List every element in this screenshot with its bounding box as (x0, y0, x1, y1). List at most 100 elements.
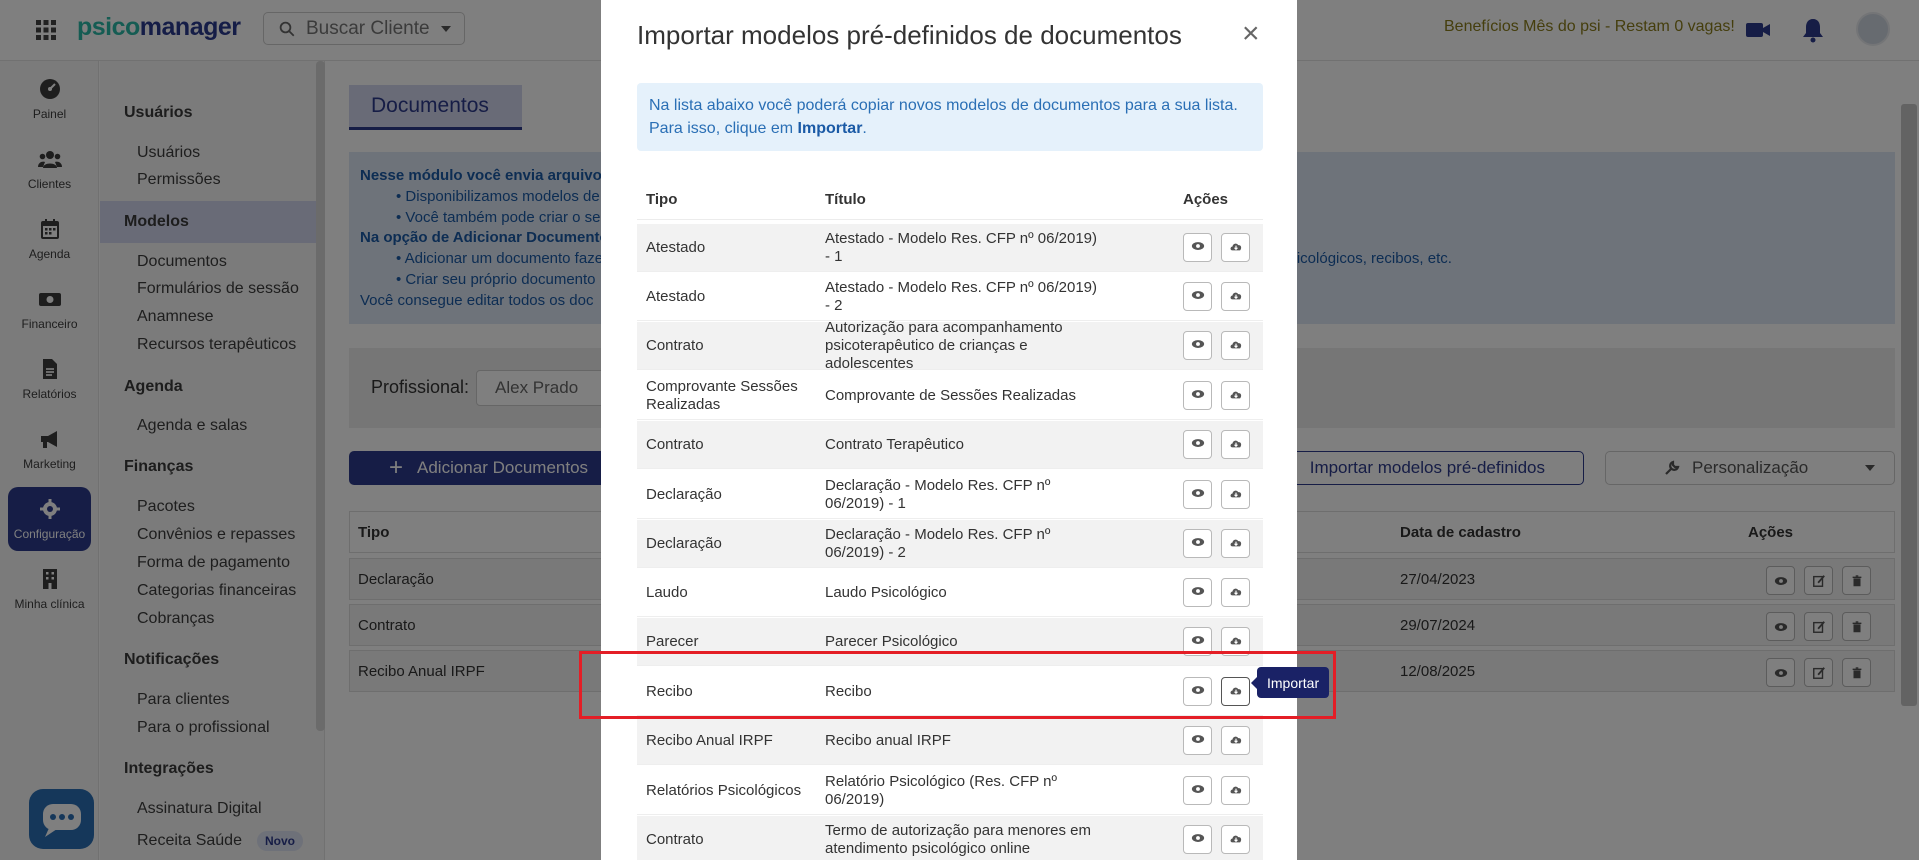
modal-table-row: Contrato Autorização para acompanhamento … (637, 318, 1263, 372)
modal-row-actions (1183, 578, 1250, 607)
modal-row-tipo: Laudo (646, 583, 688, 601)
cloud-download-icon (1229, 584, 1243, 602)
modal-row-titulo: Laudo Psicológico (825, 583, 947, 601)
preview-button[interactable] (1183, 529, 1212, 558)
modal-row-actions (1183, 233, 1250, 262)
preview-button[interactable] (1183, 726, 1212, 755)
modal-row-actions (1183, 430, 1250, 459)
preview-button[interactable] (1183, 430, 1212, 459)
modal-row-actions (1183, 282, 1250, 311)
eye-icon (1191, 782, 1205, 800)
modal-row-titulo: Relatório Psicológico (Res. CFP nº 06/20… (825, 772, 1057, 808)
modal-row-tipo: Relatórios Psicológicos (646, 781, 802, 799)
modal-row-titulo: Recibo anual IRPF (825, 731, 951, 749)
eye-icon (1191, 535, 1205, 553)
close-button[interactable]: × (1242, 19, 1260, 49)
eye-icon (1191, 337, 1205, 355)
import-button[interactable] (1221, 282, 1250, 311)
import-button[interactable] (1221, 529, 1250, 558)
cloud-download-icon (1229, 239, 1243, 257)
preview-button[interactable] (1183, 381, 1212, 410)
preview-button[interactable] (1183, 825, 1212, 854)
cloud-download-icon (1229, 732, 1243, 750)
preview-button[interactable] (1183, 331, 1212, 360)
modal-table-row: Relatórios Psicológicos Relatório Psicoló… (637, 767, 1263, 815)
preview-button[interactable] (1183, 776, 1212, 805)
eye-icon (1191, 584, 1205, 602)
modal-row-tipo: Atestado (646, 287, 706, 305)
modal-row-titulo: Declaração - Modelo Res. CFP nº 06/2019)… (825, 476, 1051, 512)
eye-icon (1191, 732, 1205, 750)
import-models-modal: Importar modelos pré-definidos de docume… (601, 0, 1297, 860)
import-button[interactable] (1221, 825, 1250, 854)
eye-icon (1191, 387, 1205, 405)
preview-button[interactable] (1183, 233, 1212, 262)
cloud-download-icon (1229, 486, 1243, 504)
modal-row-actions (1183, 776, 1250, 805)
import-button[interactable] (1221, 578, 1250, 607)
modal-row-tipo: Comprovante Sessões Realizadas (646, 377, 798, 413)
cloud-download-icon (1229, 633, 1243, 651)
modal-row-actions (1183, 381, 1250, 410)
modal-header-titulo: Título (825, 191, 866, 208)
preview-button[interactable] (1183, 578, 1212, 607)
modal-header-acoes: Ações (1183, 191, 1229, 208)
modal-table-header: Tipo Título Ações (637, 180, 1263, 220)
import-button[interactable] (1221, 480, 1250, 509)
modal-table-row: Contrato Termo de autorização para menore… (637, 816, 1263, 860)
modal-table-row: Recibo Anual IRPF Recibo anual IRPF (637, 717, 1263, 765)
modal-table-row: Declaração Declaração - Modelo Res. CFP n… (637, 520, 1263, 568)
eye-icon (1191, 288, 1205, 306)
modal-row-titulo: Termo de autorização para menores em ate… (825, 821, 1091, 857)
modal-row-titulo: Declaração - Modelo Res. CFP nº 06/2019)… (825, 525, 1051, 561)
modal-row-tipo: Declaração (646, 485, 722, 503)
modal-table-row: Comprovante Sessões Realizadas Comprovant… (637, 372, 1263, 420)
modal-row-titulo: Autorização para acompanhamento psicoter… (825, 318, 1063, 372)
modal-row-tipo: Atestado (646, 238, 706, 256)
import-button[interactable] (1221, 233, 1250, 262)
modal-table-row: Laudo Laudo Psicológico (637, 569, 1263, 617)
eye-icon (1191, 633, 1205, 651)
cloud-download-icon (1229, 337, 1243, 355)
modal-table-row: Declaração Declaração - Modelo Res. CFP n… (637, 471, 1263, 519)
modal-row-actions (1183, 726, 1250, 755)
modal-row-actions (1183, 480, 1250, 509)
modal-header-tipo: Tipo (646, 191, 678, 208)
import-button[interactable] (1221, 331, 1250, 360)
modal-table-row: Atestado Atestado - Modelo Res. CFP nº 06… (637, 224, 1263, 272)
modal-table-row: Atestado Atestado - Modelo Res. CFP nº 06… (637, 273, 1263, 321)
modal-row-tipo: Parecer (646, 632, 699, 650)
import-button[interactable] (1221, 381, 1250, 410)
modal-table-row: Contrato Contrato Terapêutico (637, 421, 1263, 469)
eye-icon (1191, 486, 1205, 504)
import-tooltip: Importar (1250, 667, 1330, 698)
modal-row-actions (1183, 825, 1250, 854)
modal-row-titulo: Comprovante de Sessões Realizadas (825, 386, 1076, 404)
modal-row-titulo: Contrato Terapêutico (825, 435, 964, 453)
import-button[interactable] (1221, 726, 1250, 755)
eye-icon (1191, 831, 1205, 849)
modal-row-actions (1183, 331, 1250, 360)
cloud-download-icon (1229, 782, 1243, 800)
modal-row-tipo: Declaração (646, 534, 722, 552)
modal-row-titulo: Atestado - Modelo Res. CFP nº 06/2019) -… (825, 229, 1098, 265)
eye-icon (1191, 436, 1205, 454)
cloud-download-icon (1229, 535, 1243, 553)
preview-button[interactable] (1183, 282, 1212, 311)
highlight-box (579, 651, 1336, 719)
cloud-download-icon (1229, 831, 1243, 849)
cloud-download-icon (1229, 436, 1243, 454)
import-button[interactable] (1221, 430, 1250, 459)
modal-row-tipo: Contrato (646, 830, 704, 848)
eye-icon (1191, 239, 1205, 257)
modal-title: Importar modelos pré-definidos de docume… (637, 20, 1182, 50)
modal-row-tipo: Contrato (646, 435, 704, 453)
modal-row-tipo: Recibo Anual IRPF (646, 731, 773, 749)
preview-button[interactable] (1183, 480, 1212, 509)
cloud-download-icon (1229, 288, 1243, 306)
modal-row-titulo: Parecer Psicológico (825, 632, 958, 650)
modal-row-tipo: Contrato (646, 336, 704, 354)
modal-row-actions (1183, 529, 1250, 558)
modal-info: Na lista abaixo você poderá copiar novos… (637, 83, 1263, 151)
import-button[interactable] (1221, 776, 1250, 805)
